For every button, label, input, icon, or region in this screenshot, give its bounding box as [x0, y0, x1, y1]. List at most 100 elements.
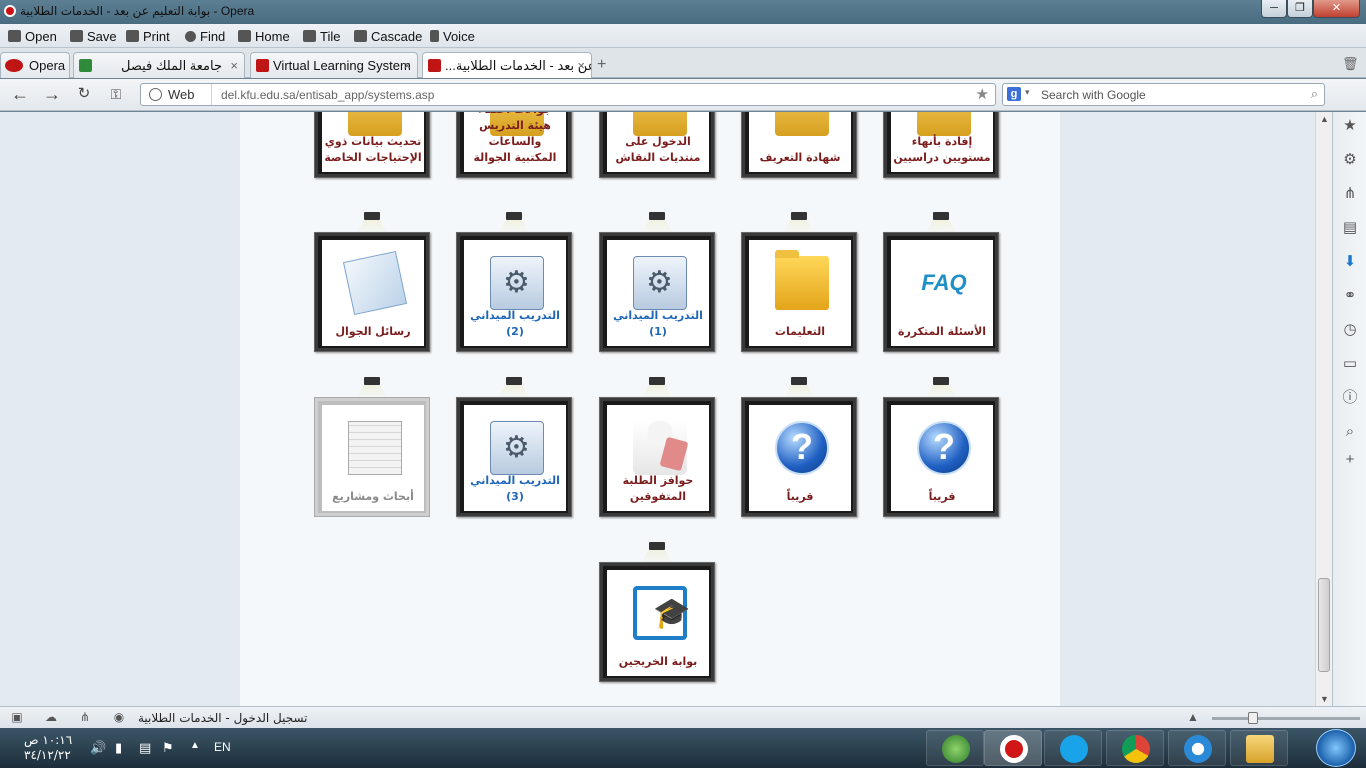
open-button[interactable]: Open [8, 28, 57, 44]
tab-bar: Opera جامعة الملك فيصل × Virtual Learnin… [0, 48, 1366, 78]
close-button[interactable]: ✕ [1313, 0, 1360, 18]
google-icon[interactable]: g [1007, 87, 1021, 101]
service-tile[interactable]: رسائل الجوال [314, 212, 430, 352]
close-tab-icon[interactable]: × [403, 58, 411, 73]
home-button[interactable]: Home [238, 28, 290, 44]
service-tile[interactable]: أبحاث ومشاريع [314, 377, 430, 517]
service-tile[interactable]: التدريب الميداني (1) [599, 212, 715, 352]
settings-icon[interactable]: ⚙ [1342, 152, 1358, 168]
language-indicator[interactable]: EN [214, 740, 231, 754]
taskbar-app-chrome[interactable] [1106, 730, 1164, 766]
web-badge[interactable]: Web [149, 87, 195, 102]
taskbar-app-ie[interactable] [1168, 730, 1226, 766]
unite-icon[interactable]: ⋔ [1342, 186, 1358, 202]
tab-opera-menu[interactable]: Opera [0, 52, 70, 78]
forward-button[interactable]: → [42, 85, 62, 105]
minimize-button[interactable]: ─ [1261, 0, 1287, 18]
zoom-knob[interactable] [1248, 712, 1258, 724]
key-icon[interactable]: ⚿ [106, 85, 126, 105]
turbo-icon[interactable]: ☁ [44, 711, 58, 724]
service-tile[interactable]: شهادة التعريف [741, 112, 857, 178]
speed-dial-icon[interactable]: ◉ [112, 711, 126, 724]
taskbar-app-explorer[interactable] [1230, 730, 1288, 766]
tab-student-services[interactable]: ...ا عن بعد - الخدمات الطلابية × [422, 52, 592, 78]
tile-icon [303, 30, 316, 42]
taskbar-app-opera[interactable] [984, 730, 1042, 766]
print-button[interactable]: Print [126, 28, 170, 44]
title-bar: بوابة التعليم عن بعد - الخدمات الطلابية … [0, 0, 1366, 24]
zoom-slider[interactable] [1212, 712, 1360, 724]
folder-icon [1246, 735, 1274, 763]
tile-frame: ? قريباً [883, 397, 999, 517]
taskbar-app-skype[interactable] [1044, 730, 1102, 766]
save-button[interactable]: Save [70, 28, 117, 44]
service-tile[interactable]: بوابة الخريجين [599, 542, 715, 682]
windows-icon[interactable]: ▭ [1342, 356, 1358, 372]
service-tile[interactable]: تحديث بيانات ذوي الإحتياجات الخاصة [314, 112, 430, 178]
search-icon[interactable]: ⌕ [1311, 86, 1318, 102]
unite-status-icon[interactable]: ⋔ [78, 711, 92, 724]
tile-lamp [364, 212, 380, 220]
voice-button[interactable]: Voice [430, 28, 475, 44]
back-button[interactable]: ← [10, 85, 30, 105]
question-icon: ? [917, 421, 971, 475]
network-icon[interactable]: ▮ [115, 740, 122, 756]
close-tab-icon[interactable]: × [577, 58, 585, 73]
new-tab-button[interactable]: + [597, 56, 606, 74]
service-tile[interactable]: FAQ الأسئلة المتكررة [883, 212, 999, 352]
url-field[interactable]: Web del.kfu.edu.sa/entisab_app/systems.a… [140, 83, 996, 106]
tab-kfu[interactable]: جامعة الملك فيصل × [73, 52, 245, 78]
volume-icon[interactable]: 🔊 [90, 740, 106, 756]
service-tile[interactable]: الدخول على منتديات النقاش [599, 112, 715, 178]
kfu-icon [79, 59, 92, 72]
maximize-button[interactable]: ❐ [1287, 0, 1313, 18]
downloads-icon[interactable]: ⬇ [1342, 254, 1358, 270]
vertical-scrollbar[interactable]: ▲ ▼ [1315, 112, 1332, 706]
notes-icon[interactable]: ▤ [1342, 220, 1358, 236]
clock[interactable]: ١٠:١٦ ص ٣٤/١٢/٢٢ [24, 733, 72, 763]
tray-expand-icon[interactable]: ▲ [190, 740, 200, 751]
search-engine-dropdown-icon[interactable]: ▾ [1025, 87, 1030, 98]
bookmarks-icon[interactable]: ★ [1342, 118, 1358, 134]
close-tab-icon[interactable]: × [230, 58, 238, 73]
bookmark-star-icon[interactable]: ★ [976, 85, 989, 103]
trash-icon[interactable]: 🗑 [1342, 56, 1359, 72]
panel-toggle-icon[interactable]: ▣ [10, 711, 24, 724]
service-tile[interactable]: حوافز الطلبة المتفوقين [599, 377, 715, 517]
search-panel-icon[interactable]: ⌕ [1342, 424, 1358, 440]
tile-frame: التعليمات [741, 232, 857, 352]
url-text[interactable]: del.kfu.edu.sa/entisab_app/systems.asp [221, 88, 434, 102]
tile-lamp [364, 377, 380, 385]
service-tile[interactable]: التدريب الميداني (3) [456, 377, 572, 517]
history-icon[interactable]: ◷ [1342, 322, 1358, 338]
service-tile[interactable]: جوالات أعضاء هيئة التدريس والساعات المكت… [456, 112, 572, 178]
service-tile[interactable]: ? قريباً [883, 377, 999, 517]
action-center-flag-icon[interactable]: ⚑ [162, 740, 174, 756]
taskbar-app-network[interactable] [926, 730, 984, 766]
service-tile[interactable]: التدريب الميداني (2) [456, 212, 572, 352]
cascade-button[interactable]: Cascade [354, 28, 422, 44]
service-tile[interactable]: التعليمات [741, 212, 857, 352]
zoom-up-icon[interactable]: ▲ [1186, 711, 1200, 724]
service-tile[interactable]: ? قريباً [741, 377, 857, 517]
status-bar: ▣ ☁ ⋔ ◉ تسجيل الدخول - الخدمات الطلابية … [0, 706, 1366, 728]
scroll-thumb[interactable] [1318, 578, 1330, 672]
start-button[interactable] [1316, 729, 1356, 767]
reload-button[interactable]: ↻ [74, 85, 94, 105]
add-panel-icon[interactable]: + [1342, 452, 1358, 468]
tile-button[interactable]: Tile [303, 28, 340, 44]
cascade-icon [354, 30, 367, 42]
tab-virtual-learning[interactable]: Virtual Learning System × [250, 52, 418, 78]
tile-frame: ? قريباً [741, 397, 857, 517]
scroll-up-icon[interactable]: ▲ [1320, 114, 1329, 124]
links-icon[interactable]: ⚭ [1342, 288, 1358, 304]
tile-lamp [649, 212, 665, 220]
page-content: إفادة بأنهاء مستويين دراسيين شهادة التعري… [0, 112, 1315, 706]
service-tile[interactable]: إفادة بأنهاء مستويين دراسيين [883, 112, 999, 178]
clipboard-icon[interactable]: ▤ [139, 740, 151, 756]
scroll-down-icon[interactable]: ▼ [1320, 694, 1329, 704]
find-button[interactable]: Find [185, 28, 225, 44]
info-icon[interactable]: ⓘ [1342, 390, 1358, 406]
search-field[interactable]: g ▾ Search with Google ⌕ [1002, 83, 1325, 106]
cascade-label: Cascade [371, 28, 423, 44]
